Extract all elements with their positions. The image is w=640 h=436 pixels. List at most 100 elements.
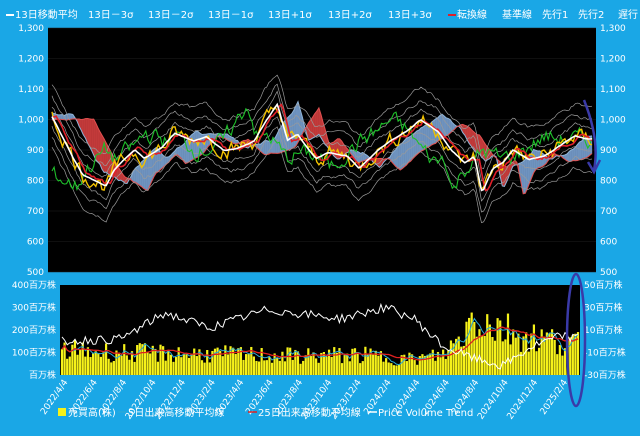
volume-bar <box>156 361 160 375</box>
volume-bar <box>265 360 268 375</box>
volume-bar <box>480 335 484 375</box>
volume-bar <box>302 360 305 375</box>
volume-y-tick-label: 200百万株 <box>12 324 56 336</box>
volume-bar <box>475 336 478 375</box>
volume-bar <box>561 355 564 375</box>
volume-bar <box>317 362 320 375</box>
volume-bar <box>79 349 82 375</box>
legend-item: Price Volume Trend <box>378 408 473 419</box>
volume-bar <box>426 354 429 375</box>
volume-bar <box>180 357 183 375</box>
volume-y-tick-label: 300百万株 <box>12 302 56 314</box>
volume-bar <box>434 360 437 375</box>
volume-bar <box>107 358 110 375</box>
volume-bar <box>60 349 64 375</box>
cloud-segment <box>89 118 92 151</box>
volume-bar <box>553 339 556 375</box>
cloud-segment <box>335 138 338 160</box>
volume-bar <box>517 333 520 375</box>
volume-bar <box>395 365 398 375</box>
volume-bar <box>128 359 131 375</box>
cloud-segment <box>60 114 63 120</box>
volume-bar <box>346 353 349 375</box>
volume-bar <box>421 354 424 375</box>
volume-bar <box>200 360 204 375</box>
volume-bar <box>281 351 284 375</box>
legend-item: 転換線 <box>457 8 487 21</box>
ichimoku-volume-chart: 13日移動平均 13日－3σ 13日－2σ 13日－1σ 13日+1σ 13日+2σ 13日… <box>6 8 638 422</box>
volume-y-tick-label: 50百万株 <box>584 279 622 291</box>
volume-bar <box>208 362 211 375</box>
volume-bar <box>540 329 543 375</box>
x-tick-label: 2025/2/4 <box>539 378 571 417</box>
y-tick-label: 800 <box>27 177 44 187</box>
y-tick-label: 500 <box>600 268 617 278</box>
cloud-segment <box>291 109 295 149</box>
y-tick-label: 900 <box>27 146 44 156</box>
cloud-segment <box>427 124 430 148</box>
volume-bar <box>68 356 71 375</box>
volume-bar <box>174 357 178 375</box>
volume-bar <box>120 355 123 375</box>
price-y-axis-left: 1,300 1,200 1,100 1,000 900 800 700 600 500 <box>18 24 44 278</box>
x-tick-label: 2024/12/4 <box>506 378 541 422</box>
cloud-segment <box>314 110 317 138</box>
cloud-segment <box>579 140 582 160</box>
volume-bar <box>92 353 95 375</box>
volume-bar <box>457 336 460 375</box>
volume-bar <box>76 354 79 375</box>
volume-bar <box>86 347 90 375</box>
volume-bar <box>133 361 136 375</box>
volume-bar <box>535 351 538 375</box>
volume-bar <box>486 314 489 375</box>
volume-bar <box>273 353 276 375</box>
price-legend: 13日移動平均 13日－3σ 13日－2σ 13日－1σ 13日+1σ 13日+2σ 13日… <box>6 8 638 21</box>
volume-y-tick-label: -10百万株 <box>584 347 626 359</box>
volume-bar <box>294 349 297 375</box>
legend-item: 13日－1σ <box>208 10 254 21</box>
volume-bar <box>159 344 162 375</box>
volume-bar <box>385 358 388 375</box>
volume-bar <box>283 361 287 375</box>
volume-bar <box>66 358 69 375</box>
volume-bar <box>94 351 97 375</box>
volume-bar <box>543 337 546 375</box>
volume-bar <box>563 348 567 375</box>
legend-item: 13日移動平均 <box>15 8 78 21</box>
volume-bar <box>442 349 445 375</box>
volume-bar <box>473 321 476 375</box>
volume-y-tick-label: 百万株 <box>29 369 56 381</box>
volume-bar <box>330 356 333 375</box>
volume-bar <box>112 360 115 375</box>
cloud-segment <box>87 118 90 148</box>
volume-bar <box>257 361 261 375</box>
volume-bar <box>359 363 362 375</box>
volume-bar <box>234 353 237 375</box>
volume-bar <box>221 356 224 375</box>
volume-bar <box>400 355 403 375</box>
volume-bar <box>185 354 188 375</box>
volume-bar <box>335 352 338 375</box>
volume-bar <box>343 355 346 375</box>
volume-y-tick-label: 400百万株 <box>12 279 56 291</box>
y-tick-label: 800 <box>600 177 617 187</box>
legend-item: 先行1 <box>542 8 568 21</box>
volume-bar <box>89 357 92 375</box>
volume-bar <box>397 364 401 375</box>
volume-bar <box>263 360 266 375</box>
volume-y-tick-label: 30百万株 <box>584 302 622 314</box>
y-tick-label: 1,300 <box>18 24 44 34</box>
price-y-axis-right: 1,300 1,200 1,100 1,000 900 800 700 600 500 <box>600 24 626 278</box>
volume-bar <box>538 347 541 375</box>
volume-bar <box>244 354 248 375</box>
volume-y-axis-right: 50百万株 30百万株 10百万株 -10百万株 -30百万株 <box>584 279 626 381</box>
volume-bar <box>167 351 170 375</box>
legend-item: 13日－2σ <box>148 10 194 21</box>
volume-bar <box>444 358 447 375</box>
volume-bar <box>182 354 185 375</box>
volume-bar <box>136 345 139 375</box>
volume-bar <box>312 352 315 375</box>
cloud-segment <box>418 127 422 154</box>
volume-bar <box>382 361 385 375</box>
volume-bar <box>110 362 113 375</box>
